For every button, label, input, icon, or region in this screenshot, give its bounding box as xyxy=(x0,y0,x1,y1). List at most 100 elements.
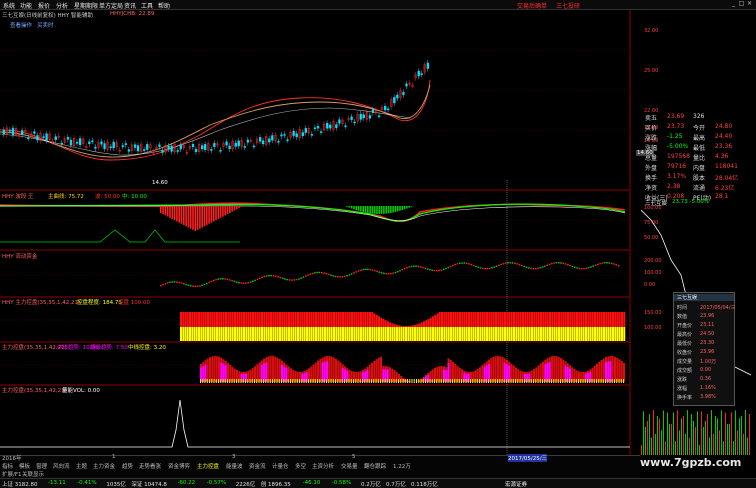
fund-dot xyxy=(540,267,542,268)
power-yellow-tick xyxy=(508,379,509,383)
indicator-tab[interactable]: 翻仓跟踪 xyxy=(364,462,386,470)
mf-red-bar xyxy=(470,312,472,327)
indicator-tab[interactable]: 主力资金 xyxy=(93,462,115,470)
fund-dot xyxy=(599,263,601,264)
power-red-bar xyxy=(614,357,616,382)
mf-red-bar xyxy=(331,312,333,327)
quote-cell: 23.69 xyxy=(667,113,684,120)
mf-yellow-bar xyxy=(398,327,400,341)
indicator-tab[interactable]: 资金流 xyxy=(249,462,266,470)
fund-dot xyxy=(169,282,171,283)
fund-panel-title: HHY 流动资金 xyxy=(2,252,37,260)
power-yellow-tick xyxy=(250,379,251,383)
hhy-bar xyxy=(213,206,215,221)
power-yellow-tick xyxy=(396,379,397,383)
minimize-icon[interactable]: _ xyxy=(730,1,737,7)
indicator-tab[interactable]: 指标 xyxy=(2,462,13,470)
trade-link[interactable]: 交易后确单 xyxy=(517,1,547,10)
mf-yellow-bar xyxy=(614,327,616,341)
maximize-icon[interactable]: □ xyxy=(738,1,745,7)
ext-tab[interactable]: 扩展/F1 xyxy=(2,470,22,478)
power-red-bar xyxy=(378,358,380,382)
mf-yellow-bar xyxy=(367,327,369,341)
indicator-tab[interactable]: 计量仓 xyxy=(272,462,289,470)
indicator-tab[interactable]: 窗理 xyxy=(36,462,47,470)
mf-yellow-bar xyxy=(599,327,601,341)
close-icon[interactable]: × xyxy=(746,1,753,7)
menu-item-function[interactable]: 功能 xyxy=(20,1,32,10)
fund-dot xyxy=(606,262,608,263)
quote-cell: 外盘 xyxy=(645,163,657,172)
fund-dot xyxy=(618,265,620,266)
vol-panel-title: 主力控盘(35,35,1,42,21) xyxy=(2,386,67,394)
power-yellow-tick xyxy=(585,379,586,383)
power-yellow-tick xyxy=(335,379,336,383)
mf-red-bar xyxy=(488,312,490,327)
indicator-tab[interactable]: 资金博弈 xyxy=(168,462,190,470)
mf-yellow-bar xyxy=(380,327,382,341)
intraday-volume-bar xyxy=(643,411,644,455)
fund-dot xyxy=(247,282,249,283)
mf-red-bar xyxy=(538,312,540,327)
intraday-volume-bar xyxy=(689,438,690,455)
power-red-bar xyxy=(601,360,603,382)
indicator-tab[interactable]: 主题 xyxy=(76,462,87,470)
menu-item-system[interactable]: 系统 xyxy=(3,1,15,10)
indicator-tab[interactable]: 主力控盘 xyxy=(197,462,219,470)
indicator-tab[interactable]: 模板 xyxy=(19,462,30,470)
menu-item-deadline[interactable]: 星期期限 xyxy=(74,1,98,10)
indicator-tab[interactable]: 多空 xyxy=(295,462,306,470)
mf-red-bar xyxy=(387,321,389,327)
research-link[interactable]: 三七投研 xyxy=(556,1,580,10)
related-tab[interactable]: 关联显示 xyxy=(22,470,44,478)
indicator-tab[interactable]: 交易量 xyxy=(341,462,358,470)
mf-red-bar xyxy=(191,312,193,327)
power-yellow-tick xyxy=(403,379,404,383)
indicator-tab[interactable]: 1.22万 xyxy=(393,462,411,470)
mf-red-bar xyxy=(531,312,533,327)
date-label: 1 xyxy=(112,454,116,460)
indicator-tab[interactable]: 走势看涨 xyxy=(139,462,161,470)
fund-dot xyxy=(282,278,284,279)
indicator-tab[interactable]: 趋势 xyxy=(122,462,133,470)
menu-item-help[interactable]: 帮助 xyxy=(158,1,170,10)
menu-item-news[interactable]: 资讯 xyxy=(124,1,136,10)
mf-red-bar xyxy=(326,312,328,327)
fund-dot xyxy=(303,276,305,277)
candle-body xyxy=(43,137,45,138)
menu-item-tools[interactable]: 工具 xyxy=(141,1,153,10)
mf-red-bar xyxy=(182,312,184,327)
menu-item-analysis[interactable]: 分析 xyxy=(56,1,68,10)
mf-yellow-bar xyxy=(196,327,198,341)
hhy-panel-title: HHY 波段 王 xyxy=(2,192,34,200)
mf-red-bar xyxy=(297,312,299,327)
power-yellow-tick xyxy=(531,379,532,383)
mf-yellow-bar xyxy=(203,327,205,341)
mf-red-bar xyxy=(563,312,565,327)
hhy-bar xyxy=(397,206,399,211)
intraday-volume-bar xyxy=(671,424,672,455)
power-yellow-tick xyxy=(373,379,374,383)
fund-dot xyxy=(220,278,222,279)
fund-dot xyxy=(379,271,381,272)
menu-item-bureau[interactable]: 单方定局 xyxy=(99,1,123,10)
indicator-tab[interactable]: 主资分析 xyxy=(312,462,334,470)
fund-dot xyxy=(431,270,433,271)
fund-dot xyxy=(583,268,585,269)
mf-yellow-bar xyxy=(342,327,344,341)
power-yellow-tick xyxy=(605,379,606,383)
quote-cell: 24.40 xyxy=(715,133,732,140)
indicator-tab[interactable]: 能量波 xyxy=(226,462,243,470)
fund-dot xyxy=(609,262,611,263)
menu-item-quote[interactable]: 报价 xyxy=(38,1,50,10)
candle-body xyxy=(12,128,14,135)
popup-label: 涨跌 xyxy=(677,376,687,383)
power-red-bar xyxy=(598,362,600,382)
power-yellow-tick xyxy=(574,379,575,383)
power-yellow-tick xyxy=(616,379,617,383)
candle-body xyxy=(345,126,347,127)
power-yellow-tick xyxy=(254,379,255,383)
mf-yellow-bar xyxy=(556,327,558,341)
hhy-bar xyxy=(178,206,180,223)
indicator-tab[interactable]: 风向流 xyxy=(53,462,70,470)
